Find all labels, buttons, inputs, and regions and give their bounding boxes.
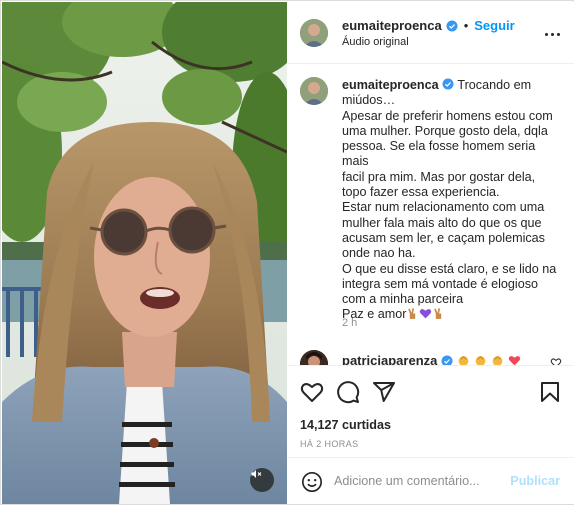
post-video[interactable]	[2, 2, 287, 504]
verified-icon	[441, 355, 453, 365]
add-comment-bar: Publicar	[288, 457, 574, 504]
caption-text: integra sem má vontade é elogioso	[342, 276, 539, 291]
avatar[interactable]	[300, 350, 328, 365]
verified-icon	[446, 20, 458, 31]
publish-button[interactable]: Publicar	[510, 474, 560, 488]
victory-hand-icon	[434, 308, 442, 320]
comment-username[interactable]: patriciaparenza	[342, 353, 437, 365]
emoji-icon[interactable]	[301, 471, 323, 493]
caption-text: facil pra mim. Mas por gostar dela,	[342, 169, 536, 184]
caption-text: topo fazer essa experiencia.	[342, 185, 500, 200]
clap-icon	[493, 355, 503, 365]
caption-text: Trocando em	[457, 78, 532, 92]
caption-username[interactable]: eumaiteproenca	[342, 78, 439, 92]
post-actions: 14,127 curtidas HÁ 2 HORAS	[288, 365, 574, 455]
caption-text: uma mulher. Porque gosto dela, dqla	[342, 123, 548, 138]
post-header: eumaiteproenca • Seguir Áudio original	[288, 2, 574, 64]
post-timestamp[interactable]: HÁ 2 HORAS	[300, 439, 359, 449]
caption-first-line: eumaiteproenca Trocando em	[342, 78, 564, 93]
header-username[interactable]: eumaiteproenca	[342, 18, 442, 33]
likes-count[interactable]: 14,127 curtidas	[300, 418, 391, 432]
purple-heart-icon	[420, 309, 432, 319]
avatar[interactable]	[300, 77, 328, 105]
clap-icon	[476, 355, 486, 365]
follow-button[interactable]: Seguir	[474, 18, 514, 33]
header-user-row: eumaiteproenca • Seguir	[342, 18, 515, 33]
comment-input[interactable]	[334, 470, 504, 492]
caption-timestamp[interactable]: 2 h	[342, 317, 357, 329]
caption-text: mulher fala mais alto do que os que	[342, 215, 542, 230]
caption-text: acusam sem ler, e caçam polemicas	[342, 230, 545, 245]
post-details-panel: eumaiteproenca • Seguir Áudio original e…	[288, 2, 574, 504]
like-comment-heart-icon[interactable]	[550, 357, 562, 365]
caption-text: miúdos…	[342, 93, 396, 108]
avatar[interactable]	[300, 19, 328, 47]
caption-text: O que eu disse está claro, e se lido na	[342, 261, 557, 276]
action-buttons	[300, 380, 396, 404]
caption-last-line: Paz e amor	[342, 307, 564, 322]
caption-text: Apesar de preferir homens estou com	[342, 108, 553, 123]
victory-hand-icon	[408, 308, 416, 320]
comments-section: eumaiteproenca Trocando em miúdos… Apesa…	[288, 65, 574, 365]
video-frame-illustration	[2, 2, 287, 504]
caption-text: pessoa. Se ela fosse homem seria mais	[342, 139, 539, 169]
verified-icon	[442, 78, 454, 90]
caption-text: onde nao ha.	[342, 246, 416, 261]
mute-button[interactable]	[250, 468, 274, 492]
post-caption: eumaiteproenca Trocando em miúdos… Apesa…	[342, 78, 564, 323]
dot-separator: •	[463, 18, 469, 33]
audio-label[interactable]: Áudio original	[342, 36, 409, 48]
save-icon[interactable]	[538, 380, 562, 404]
caption-text: com a minha parceira	[342, 292, 464, 307]
clap-icon	[459, 355, 469, 365]
heart-icon[interactable]	[300, 380, 324, 404]
share-icon[interactable]	[372, 380, 396, 404]
more-options-icon[interactable]	[542, 24, 562, 44]
caption-text: Estar num relacionamento com uma	[342, 200, 545, 215]
comment-icon[interactable]	[336, 380, 360, 404]
instagram-post-modal: eumaiteproenca • Seguir Áudio original e…	[0, 0, 574, 505]
comment-row: patriciaparenza	[342, 353, 521, 365]
mute-icon	[251, 470, 262, 478]
heart-emoji-icon	[509, 356, 521, 365]
